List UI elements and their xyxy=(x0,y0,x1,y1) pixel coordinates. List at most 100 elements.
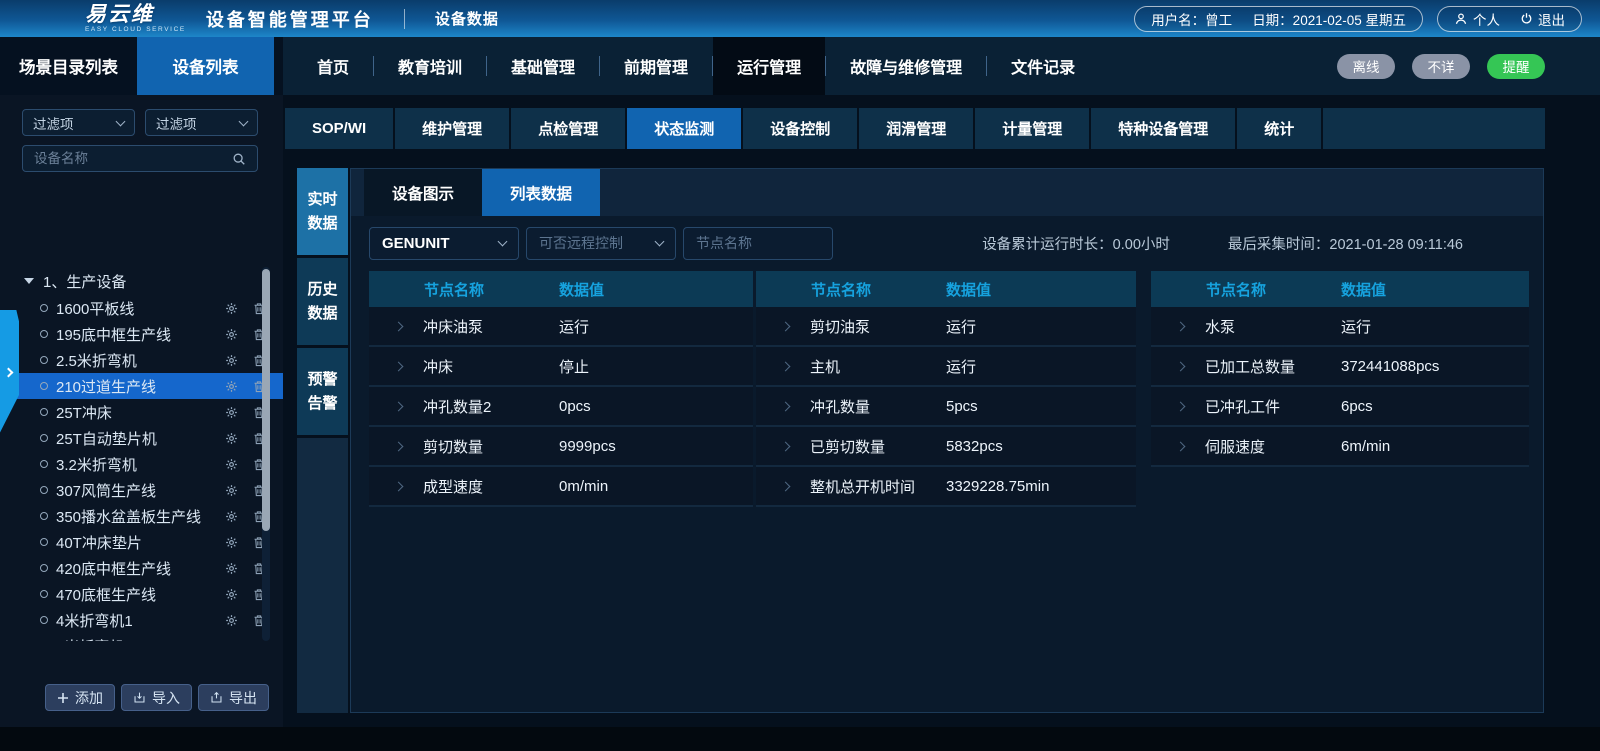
tree-item[interactable]: 350播水盆盖板生产线 xyxy=(0,503,283,529)
row-expand-icon[interactable] xyxy=(394,441,404,451)
add-device-button[interactable]: 添加 xyxy=(45,684,115,711)
tree-item[interactable]: 3.2米折弯机 xyxy=(0,451,283,477)
row-expand-icon[interactable] xyxy=(781,401,791,411)
row-expand-icon[interactable] xyxy=(1176,361,1186,371)
table-row[interactable]: 已冲孔工件6pcs xyxy=(1151,387,1529,427)
gear-icon[interactable] xyxy=(225,458,238,471)
tree-item[interactable]: 307风筒生产线 xyxy=(0,477,283,503)
table-row[interactable]: 伺服速度6m/min xyxy=(1151,427,1529,467)
table-row[interactable]: 冲孔数量20pcs xyxy=(369,387,753,427)
table-row[interactable]: 冲床油泵运行 xyxy=(369,307,753,347)
table-row[interactable]: 冲孔数量5pcs xyxy=(756,387,1136,427)
tree-item[interactable]: 210过道生产线 xyxy=(0,373,283,399)
row-expand-icon[interactable] xyxy=(394,321,404,331)
import-button[interactable]: 导入 xyxy=(121,684,192,711)
table-row[interactable]: 主机运行 xyxy=(756,347,1136,387)
table-row[interactable]: 整机总开机时间3329228.75min xyxy=(756,467,1136,507)
logout-label: 退出 xyxy=(1538,9,1565,29)
row-expand-icon[interactable] xyxy=(394,401,404,411)
table-row[interactable]: 冲床停止 xyxy=(369,347,753,387)
tree-item[interactable]: 195底中框生产线 xyxy=(0,321,283,347)
top-nav-item[interactable]: 故障与维修管理 xyxy=(826,37,986,95)
row-expand-icon[interactable] xyxy=(394,481,404,491)
gear-icon[interactable] xyxy=(225,432,238,445)
node-name-input[interactable] xyxy=(696,235,820,251)
status-badges: 离线不详提醒 xyxy=(1337,37,1545,95)
sub-nav-item[interactable]: 状态监测 xyxy=(627,108,741,149)
top-nav-item[interactable]: 首页 xyxy=(293,37,373,95)
tree-item[interactable]: 25T自动垫片机 xyxy=(0,425,283,451)
gear-icon[interactable] xyxy=(225,510,238,523)
sub-nav-item[interactable]: 统计 xyxy=(1237,108,1321,149)
gear-icon[interactable] xyxy=(225,562,238,575)
sub-nav-item[interactable]: 点检管理 xyxy=(511,108,625,149)
sub-nav-item[interactable]: 特种设备管理 xyxy=(1091,108,1235,149)
tree-scrollbar[interactable] xyxy=(262,267,270,641)
data-mode-tab[interactable]: 历史数据 xyxy=(297,258,348,345)
tree-item[interactable]: 25T冲床 xyxy=(0,399,283,425)
status-badge[interactable]: 离线 xyxy=(1337,54,1395,79)
sub-nav-item[interactable]: 设备控制 xyxy=(743,108,857,149)
filter-select-2[interactable]: 过滤项 xyxy=(145,109,258,136)
tree-item[interactable]: 420底中框生产线 xyxy=(0,555,283,581)
sub-nav-item[interactable]: 计量管理 xyxy=(975,108,1089,149)
table-row[interactable]: 已剪切数量5832pcs xyxy=(756,427,1136,467)
tree-item[interactable]: 40T冲床垫片 xyxy=(0,529,283,555)
data-mode-tab[interactable]: 预警告警 xyxy=(297,348,348,435)
tab-device-diagram[interactable]: 设备图示 xyxy=(364,169,482,216)
unit-select[interactable]: GENUNIT xyxy=(369,227,519,260)
gear-icon[interactable] xyxy=(225,536,238,549)
export-button[interactable]: 导出 xyxy=(198,684,269,711)
table-row[interactable]: 已加工总数量372441088pcs xyxy=(1151,347,1529,387)
tree-item[interactable]: 4米折弯机1 xyxy=(0,607,283,633)
tree-item[interactable]: 1600平板线 xyxy=(0,295,283,321)
device-search-input[interactable] xyxy=(34,151,232,166)
gear-icon[interactable] xyxy=(225,354,238,367)
top-nav-item[interactable]: 前期管理 xyxy=(600,37,712,95)
gear-icon[interactable] xyxy=(225,614,238,627)
row-expand-icon[interactable] xyxy=(394,361,404,371)
tree-root-node[interactable]: 1、生产设备 xyxy=(0,267,283,295)
gear-icon[interactable] xyxy=(225,328,238,341)
status-badge[interactable]: 不详 xyxy=(1412,54,1470,79)
row-expand-icon[interactable] xyxy=(1176,441,1186,451)
top-nav-item[interactable]: 基础管理 xyxy=(487,37,599,95)
table-row[interactable]: 剪切油泵运行 xyxy=(756,307,1136,347)
gear-icon[interactable] xyxy=(225,588,238,601)
row-expand-icon[interactable] xyxy=(781,361,791,371)
top-nav-item[interactable]: 运行管理 xyxy=(713,37,825,95)
gear-icon[interactable] xyxy=(225,484,238,497)
tree-item[interactable]: 470底框生产线 xyxy=(0,581,283,607)
table-row[interactable]: 水泵运行 xyxy=(1151,307,1529,347)
sub-nav-item[interactable]: 维护管理 xyxy=(395,108,509,149)
tab-device-list[interactable]: 设备列表 xyxy=(137,37,274,95)
logout-button[interactable]: 退出 xyxy=(1520,9,1565,29)
logo-subtitle: EASY CLOUD SERVICE xyxy=(85,27,186,34)
row-expand-icon[interactable] xyxy=(1176,321,1186,331)
sub-nav-item[interactable]: SOP/WI xyxy=(285,108,393,149)
remote-control-select[interactable]: 可否远程控制 xyxy=(526,227,676,260)
gear-icon[interactable] xyxy=(225,302,238,315)
row-expand-icon[interactable] xyxy=(781,441,791,451)
row-expand-icon[interactable] xyxy=(1176,401,1186,411)
gear-icon[interactable] xyxy=(225,380,238,393)
filter-select-1[interactable]: 过滤项 xyxy=(22,109,135,136)
gear-icon[interactable] xyxy=(225,640,238,642)
gear-icon[interactable] xyxy=(225,406,238,419)
tree-item[interactable]: 2.5米折弯机 xyxy=(0,347,283,373)
data-mode-tab[interactable]: 实时数据 xyxy=(297,168,348,255)
row-expand-icon[interactable] xyxy=(781,321,791,331)
sub-nav-item[interactable]: 润滑管理 xyxy=(859,108,973,149)
status-badge[interactable]: 提醒 xyxy=(1487,54,1545,79)
top-nav-item[interactable]: 教育培训 xyxy=(374,37,486,95)
table-row[interactable]: 成型速度0m/min xyxy=(369,467,753,507)
tree-scrollbar-thumb[interactable] xyxy=(262,269,270,531)
table-row[interactable]: 剪切数量9999pcs xyxy=(369,427,753,467)
profile-button[interactable]: 个人 xyxy=(1454,9,1500,29)
top-nav-item[interactable]: 文件记录 xyxy=(987,37,1099,95)
tab-scene-directory[interactable]: 场景目录列表 xyxy=(0,37,137,95)
caret-down-icon xyxy=(24,278,34,284)
tab-list-data[interactable]: 列表数据 xyxy=(482,169,600,216)
tree-item[interactable]: 4米折弯机2 xyxy=(0,633,283,641)
row-expand-icon[interactable] xyxy=(781,481,791,491)
